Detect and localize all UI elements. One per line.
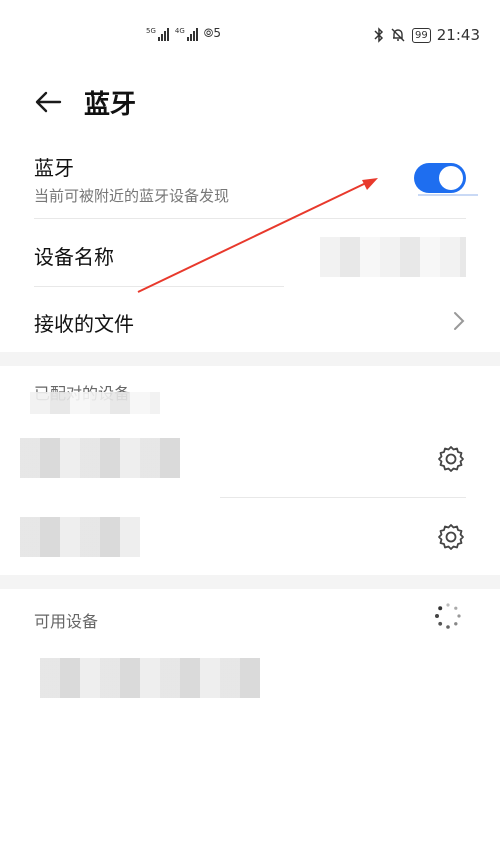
annotation-arrow (137, 178, 378, 293)
